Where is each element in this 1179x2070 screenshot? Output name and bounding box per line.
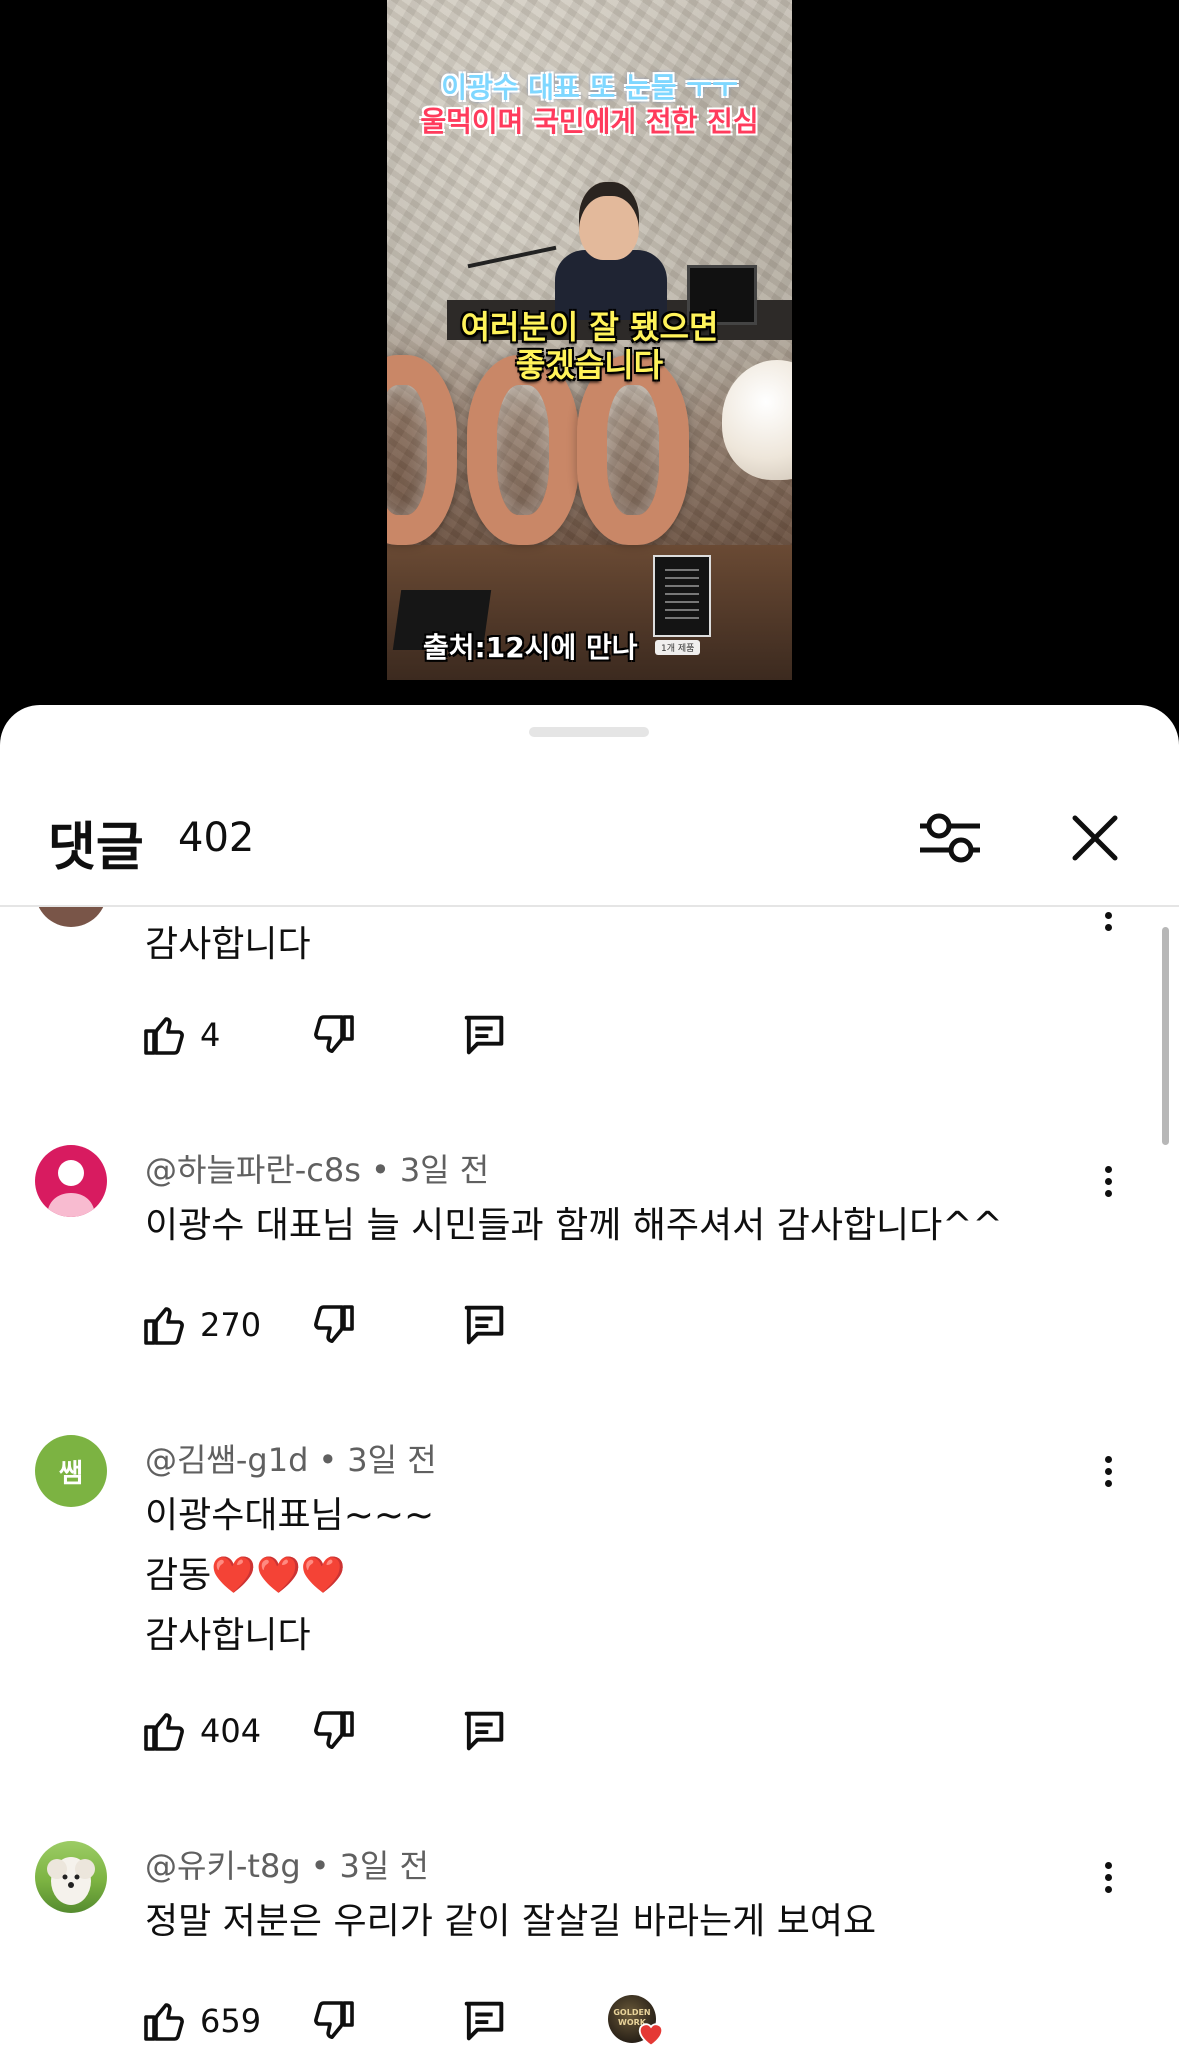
- comment-text-line-3: 감사합니다: [145, 1615, 311, 1656]
- thumbs-up-icon: [144, 1713, 184, 1751]
- comment-text: 이광수 대표님 늘 시민들과 함께 해주셔서 감사합니다^^: [145, 1205, 1003, 1246]
- comment-actions: 270: [140, 1295, 1040, 1355]
- thumbs-down-icon: [314, 1015, 354, 1053]
- reply-icon: [464, 1015, 504, 1055]
- reply-button[interactable]: [458, 1005, 510, 1065]
- comments-count: 402: [178, 815, 255, 861]
- avatar[interactable]: [35, 1145, 107, 1217]
- like-button[interactable]: 270: [140, 1295, 261, 1355]
- comment-actions: 404: [140, 1701, 1040, 1761]
- video-player[interactable]: 이광수 대표 또 눈물 ㅜㅜ 울먹이며 국민에게 전한 진심 여러분이 잘 됐으…: [0, 0, 1179, 705]
- reply-button[interactable]: [458, 1295, 510, 1355]
- meta-separator: •: [310, 1847, 330, 1885]
- thumbs-down-icon: [314, 1305, 354, 1343]
- like-button[interactable]: 4: [140, 1005, 220, 1065]
- avatar-initial: 쌤: [59, 1458, 83, 1489]
- comment-actions: 659 GOLDEN WORK: [140, 1991, 1040, 2051]
- reply-icon: [464, 2001, 504, 2041]
- like-count: 4: [200, 1016, 221, 1054]
- comment-author[interactable]: @하늘파란-c8s: [145, 1151, 361, 1189]
- thumbs-up-icon: [144, 1307, 184, 1345]
- close-button[interactable]: [1060, 803, 1130, 873]
- product-thumbnail[interactable]: [653, 555, 711, 637]
- dog-avatar-icon: [47, 1857, 95, 1905]
- comment-text-word: 감동: [145, 1555, 212, 1596]
- comments-list: b 감사합니다 4: [0, 705, 1179, 2070]
- default-avatar-icon: [47, 1160, 95, 1217]
- product-tag[interactable]: 1개 제품: [655, 640, 701, 655]
- dislike-button[interactable]: [310, 1005, 358, 1065]
- thumbs-down-icon: [314, 2001, 354, 2039]
- video-caption-subtitle-2: 좋겠습니다: [515, 346, 664, 384]
- thumbs-down-icon: [314, 1711, 354, 1749]
- like-button[interactable]: 659: [140, 1991, 261, 2051]
- dislike-button[interactable]: [310, 1295, 358, 1355]
- meta-separator: •: [370, 1151, 390, 1189]
- comment-meta: @하늘파란-c8s • 3일 전: [145, 1145, 489, 1191]
- scrollbar[interactable]: [1162, 927, 1169, 1145]
- comment-author[interactable]: @유키-t8g: [145, 1847, 301, 1885]
- avatar[interactable]: 쌤: [35, 1435, 107, 1507]
- comment-author[interactable]: @김쌤-g1d: [145, 1441, 308, 1479]
- comment-time: 3일 전: [347, 1441, 437, 1479]
- dislike-button[interactable]: [310, 1991, 358, 2051]
- comments-sheet: 댓글 402 b: [0, 705, 1179, 2070]
- more-options-button[interactable]: [1090, 1441, 1126, 1501]
- more-options-button[interactable]: [1090, 1151, 1126, 1211]
- comment-text-line-2: 감동❤️❤️❤️: [145, 1546, 346, 1606]
- comment-time: 3일 전: [339, 1847, 429, 1885]
- like-count: 270: [200, 1306, 262, 1344]
- close-icon: [1072, 815, 1118, 861]
- like-count: 659: [200, 2002, 262, 2040]
- video-frame[interactable]: 이광수 대표 또 눈물 ㅜㅜ 울먹이며 국민에게 전한 진심 여러분이 잘 됐으…: [387, 0, 792, 680]
- video-person-head: [579, 182, 639, 260]
- video-caption-source: 출처:12시에 만나: [423, 631, 638, 664]
- dislike-button[interactable]: [310, 1701, 358, 1761]
- reply-icon: [464, 1711, 504, 1751]
- comment-text: 정말 저분은 우리가 같이 잘살길 바라는게 보여요: [145, 1901, 877, 1942]
- heart-icon: [638, 2023, 664, 2047]
- comments-header: 댓글 402: [0, 765, 1179, 907]
- comments-title: 댓글: [48, 818, 144, 878]
- video-caption-title-2: 울먹이며 국민에게 전한 진심: [420, 105, 759, 138]
- reply-icon: [464, 1305, 504, 1345]
- more-options-button[interactable]: [1090, 1847, 1126, 1907]
- reply-button[interactable]: [458, 1701, 510, 1761]
- like-count: 404: [200, 1712, 262, 1750]
- sort-filter-button[interactable]: [915, 803, 985, 873]
- comment-text-line-1: 이광수대표님~~~: [145, 1495, 435, 1536]
- comment-time: 3일 전: [399, 1151, 490, 1189]
- thumbs-up-icon: [144, 2003, 184, 2041]
- sliders-icon: [920, 813, 980, 863]
- avatar[interactable]: [35, 1841, 107, 1913]
- creator-heart-badge: GOLDEN WORK: [608, 1991, 670, 2053]
- comment-text: 감사합니다: [145, 924, 311, 965]
- comment-actions: 4: [140, 1005, 1040, 1065]
- heart-emoji: ❤️❤️❤️: [211, 1555, 346, 1596]
- book-cover-lines: [665, 569, 699, 619]
- meta-separator: •: [318, 1441, 338, 1479]
- comment-meta: @유키-t8g • 3일 전: [145, 1841, 429, 1887]
- thumbs-up-icon: [144, 1017, 184, 1055]
- comment-meta: @김쌤-g1d • 3일 전: [145, 1435, 437, 1481]
- like-button[interactable]: 404: [140, 1701, 261, 1761]
- reply-button[interactable]: [458, 1991, 510, 2051]
